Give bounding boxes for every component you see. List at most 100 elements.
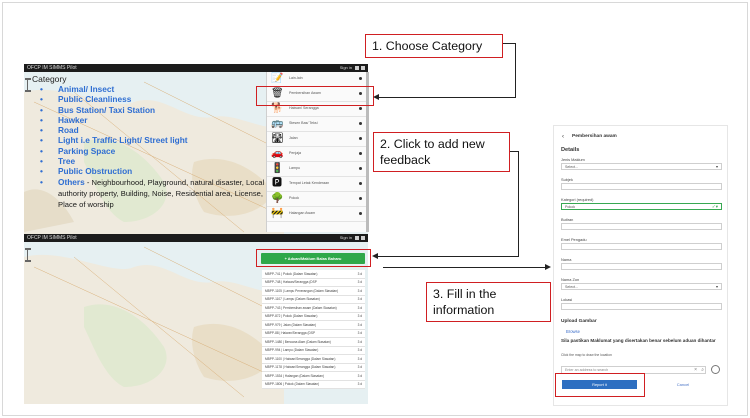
- category-item: Bus Station/ Taxi Station: [40, 105, 265, 116]
- close-icon: ×: [694, 367, 697, 373]
- sign-in-link[interactable]: Sign in: [340, 64, 352, 72]
- connector-line: [518, 151, 519, 256]
- nama-label: Nama: [561, 257, 572, 262]
- table-row[interactable]: MBPP-872 | Pokok (Dalam Siasatan) 3 d: [262, 312, 365, 321]
- category-item: Tree: [40, 156, 265, 167]
- subjek-label: Subjek: [561, 177, 573, 182]
- browse-link[interactable]: Browse: [566, 329, 580, 334]
- connector-line: [515, 43, 516, 97]
- highlight-add-button-box: [256, 249, 371, 267]
- app-top-bar: OFCP IM SIMMS Pilot Sign in: [24, 234, 368, 242]
- callout-step3: 3. Fill in the information: [426, 282, 551, 322]
- jenis-label: Jenis Maklum: [561, 157, 585, 162]
- table-row[interactable]: MBPP-748 | Haiwan/Serangga (DSP 3 d: [262, 278, 365, 287]
- locate-icon[interactable]: [711, 365, 720, 374]
- emel-field[interactable]: [561, 243, 722, 250]
- table-row[interactable]: MBPP-1107 | Lampu (Dalam Siasatan) 3 d: [262, 295, 365, 304]
- category-item: Public Obstruction: [40, 166, 265, 177]
- table-row[interactable]: MBPP-1480 | Bencana Alam (Dalam Siasatan…: [262, 338, 365, 347]
- lokasi-label: Lokasi: [561, 297, 573, 302]
- lokasi-field[interactable]: [561, 303, 722, 310]
- back-icon[interactable]: ‹: [562, 134, 564, 140]
- cancel-button[interactable]: Cancel: [640, 380, 726, 389]
- category-item: Others - Neighbourhood, Playground, natu…: [40, 177, 265, 211]
- category-item: Hawker: [40, 115, 265, 126]
- app-title: OFCP IM SIMMS Pilot: [27, 235, 77, 241]
- feedback-form: ‹ Pembersihan awam Details Jenis Maklum …: [553, 125, 728, 406]
- panel-row-hawker[interactable]: 🚗 Penjaja: [267, 147, 367, 162]
- grid-icon[interactable]: [355, 236, 359, 240]
- highlight-category-box: [256, 86, 374, 106]
- category-list: Animal/ Insect Public Cleanliness Bus St…: [40, 84, 265, 211]
- category-item: Light i.e Traffic Light/ Street light: [40, 135, 265, 146]
- panel-row-light[interactable]: 🚦 Lampu: [267, 162, 367, 177]
- panel-row-parking[interactable]: 🅿 Tempat Letak Kenderaan: [267, 177, 367, 192]
- bus-icon: 🚌: [271, 118, 284, 129]
- table-row[interactable]: MBPP-979 | Jalan (Dalam Siasatan) 3 d: [262, 321, 365, 330]
- category-item: Parking Space: [40, 146, 265, 157]
- arrowhead-icon: [372, 253, 378, 259]
- panel-row-lain-lain[interactable]: 📝 Lain-lain: [267, 72, 367, 87]
- chevron-down-icon: ▾: [715, 284, 718, 289]
- table-row[interactable]: MBPP-1178 | Haiwan/Serangga (Dalam Siasa…: [262, 363, 365, 372]
- details-heading: Details: [561, 147, 580, 153]
- callout-step2: 2. Click to add new feedback: [373, 132, 510, 172]
- upload-heading: Upload Gambar: [561, 319, 597, 324]
- table-row[interactable]: MBPP-88 | Haiwan/Serangga (DSP 3 d: [262, 329, 365, 338]
- table-row[interactable]: MBPP-741 | Pokok (Dalam Siasatan) 3 d: [262, 270, 365, 279]
- subjek-field[interactable]: [561, 183, 722, 190]
- table-row[interactable]: MBPP-743 | Pembersihan awam (Dalam Siasa…: [262, 304, 365, 313]
- kategori-select[interactable]: Pokok ✓▾: [561, 203, 722, 210]
- panel-row-bus[interactable]: 🚌 Stesen Bas/ Teksi: [267, 117, 367, 132]
- grid-icon[interactable]: [355, 66, 359, 70]
- table-row[interactable]: MBPP-1105 | Lampu Penerangan (Dalam Sias…: [262, 287, 365, 296]
- chevron-down-icon: ▾: [715, 164, 718, 169]
- emel-label: Emel Pengadu: [561, 237, 587, 242]
- feedback-table: MBPP-741 | Pokok (Dalam Siasatan) 3 d MBP…: [262, 270, 365, 389]
- table-row[interactable]: MBPP-1100 | Haiwan/Serangga (Dalam Siasa…: [262, 355, 365, 364]
- road-icon: 🛣: [271, 133, 284, 144]
- note-icon: 📝: [271, 73, 284, 84]
- tree-icon: 🌳: [271, 193, 284, 204]
- panel-row-road[interactable]: 🛣 Jalan: [267, 132, 367, 147]
- table-row[interactable]: MBPP-1534 | Halangan (Dalam Siasatan) 3 d: [262, 372, 365, 381]
- category-item: Public Cleanliness: [40, 94, 265, 105]
- connector-line: [378, 97, 516, 98]
- check-icon: ✓▾: [711, 204, 718, 209]
- app-top-bar: OFCP IM SIMMS Pilot Sign in: [24, 64, 368, 72]
- form-header: Pembersihan awam: [572, 134, 617, 139]
- callout-step1: 1. Choose Category: [365, 34, 503, 58]
- app-title: OFCP IM SIMMS Pilot: [27, 65, 77, 71]
- butiran-label: Butiran: [561, 217, 574, 222]
- nama-field[interactable]: [561, 263, 722, 270]
- user-icon[interactable]: [361, 236, 365, 240]
- panel-row-tree[interactable]: 🌳 Pokok: [267, 192, 367, 207]
- search-icon: ⌕: [701, 367, 704, 373]
- panel-row-obstruction[interactable]: 🚧 Halangan Awam: [267, 207, 367, 222]
- category-others-note: - Neighbourhood, Playground, natural dis…: [58, 177, 265, 210]
- traffic-light-icon: 🚦: [271, 163, 284, 174]
- connector-line: [510, 151, 518, 152]
- table-row[interactable]: MBPP-994 | Lampu (Dalam Siasatan) 3 d: [262, 346, 365, 355]
- nama-zon-select[interactable]: Select... ▾: [561, 283, 722, 290]
- sign-in-link[interactable]: Sign in: [340, 234, 352, 242]
- zoom-control[interactable]: [25, 248, 31, 262]
- nama-zon-label: Nama Zon: [561, 277, 580, 282]
- confirm-text: Sila pastikan Maklumat yang disertakan b…: [561, 338, 716, 343]
- butiran-field[interactable]: [561, 223, 722, 230]
- kategori-label: Kategori (required): [561, 197, 594, 202]
- connector-line: [503, 43, 515, 44]
- category-title: Category: [32, 74, 67, 84]
- zoom-control[interactable]: [25, 78, 31, 92]
- jenis-select[interactable]: Select... ▾: [561, 163, 722, 170]
- highlight-report-box: [555, 373, 645, 397]
- map-hint: Click the map to draw the location: [561, 353, 612, 357]
- connector-line: [383, 267, 545, 268]
- barrier-icon: 🚧: [271, 208, 284, 219]
- arrowhead-icon: [545, 264, 551, 270]
- slide: OFCP IM SIMMS Pilot Sign in Category Ani…: [0, 0, 750, 418]
- user-icon[interactable]: [361, 66, 365, 70]
- table-row[interactable]: MBPP-1806 | Pokok (Dalam Siasatan) 3 d: [262, 380, 365, 389]
- category-item: Animal/ Insect: [40, 84, 265, 95]
- parking-icon: 🅿: [272, 178, 282, 189]
